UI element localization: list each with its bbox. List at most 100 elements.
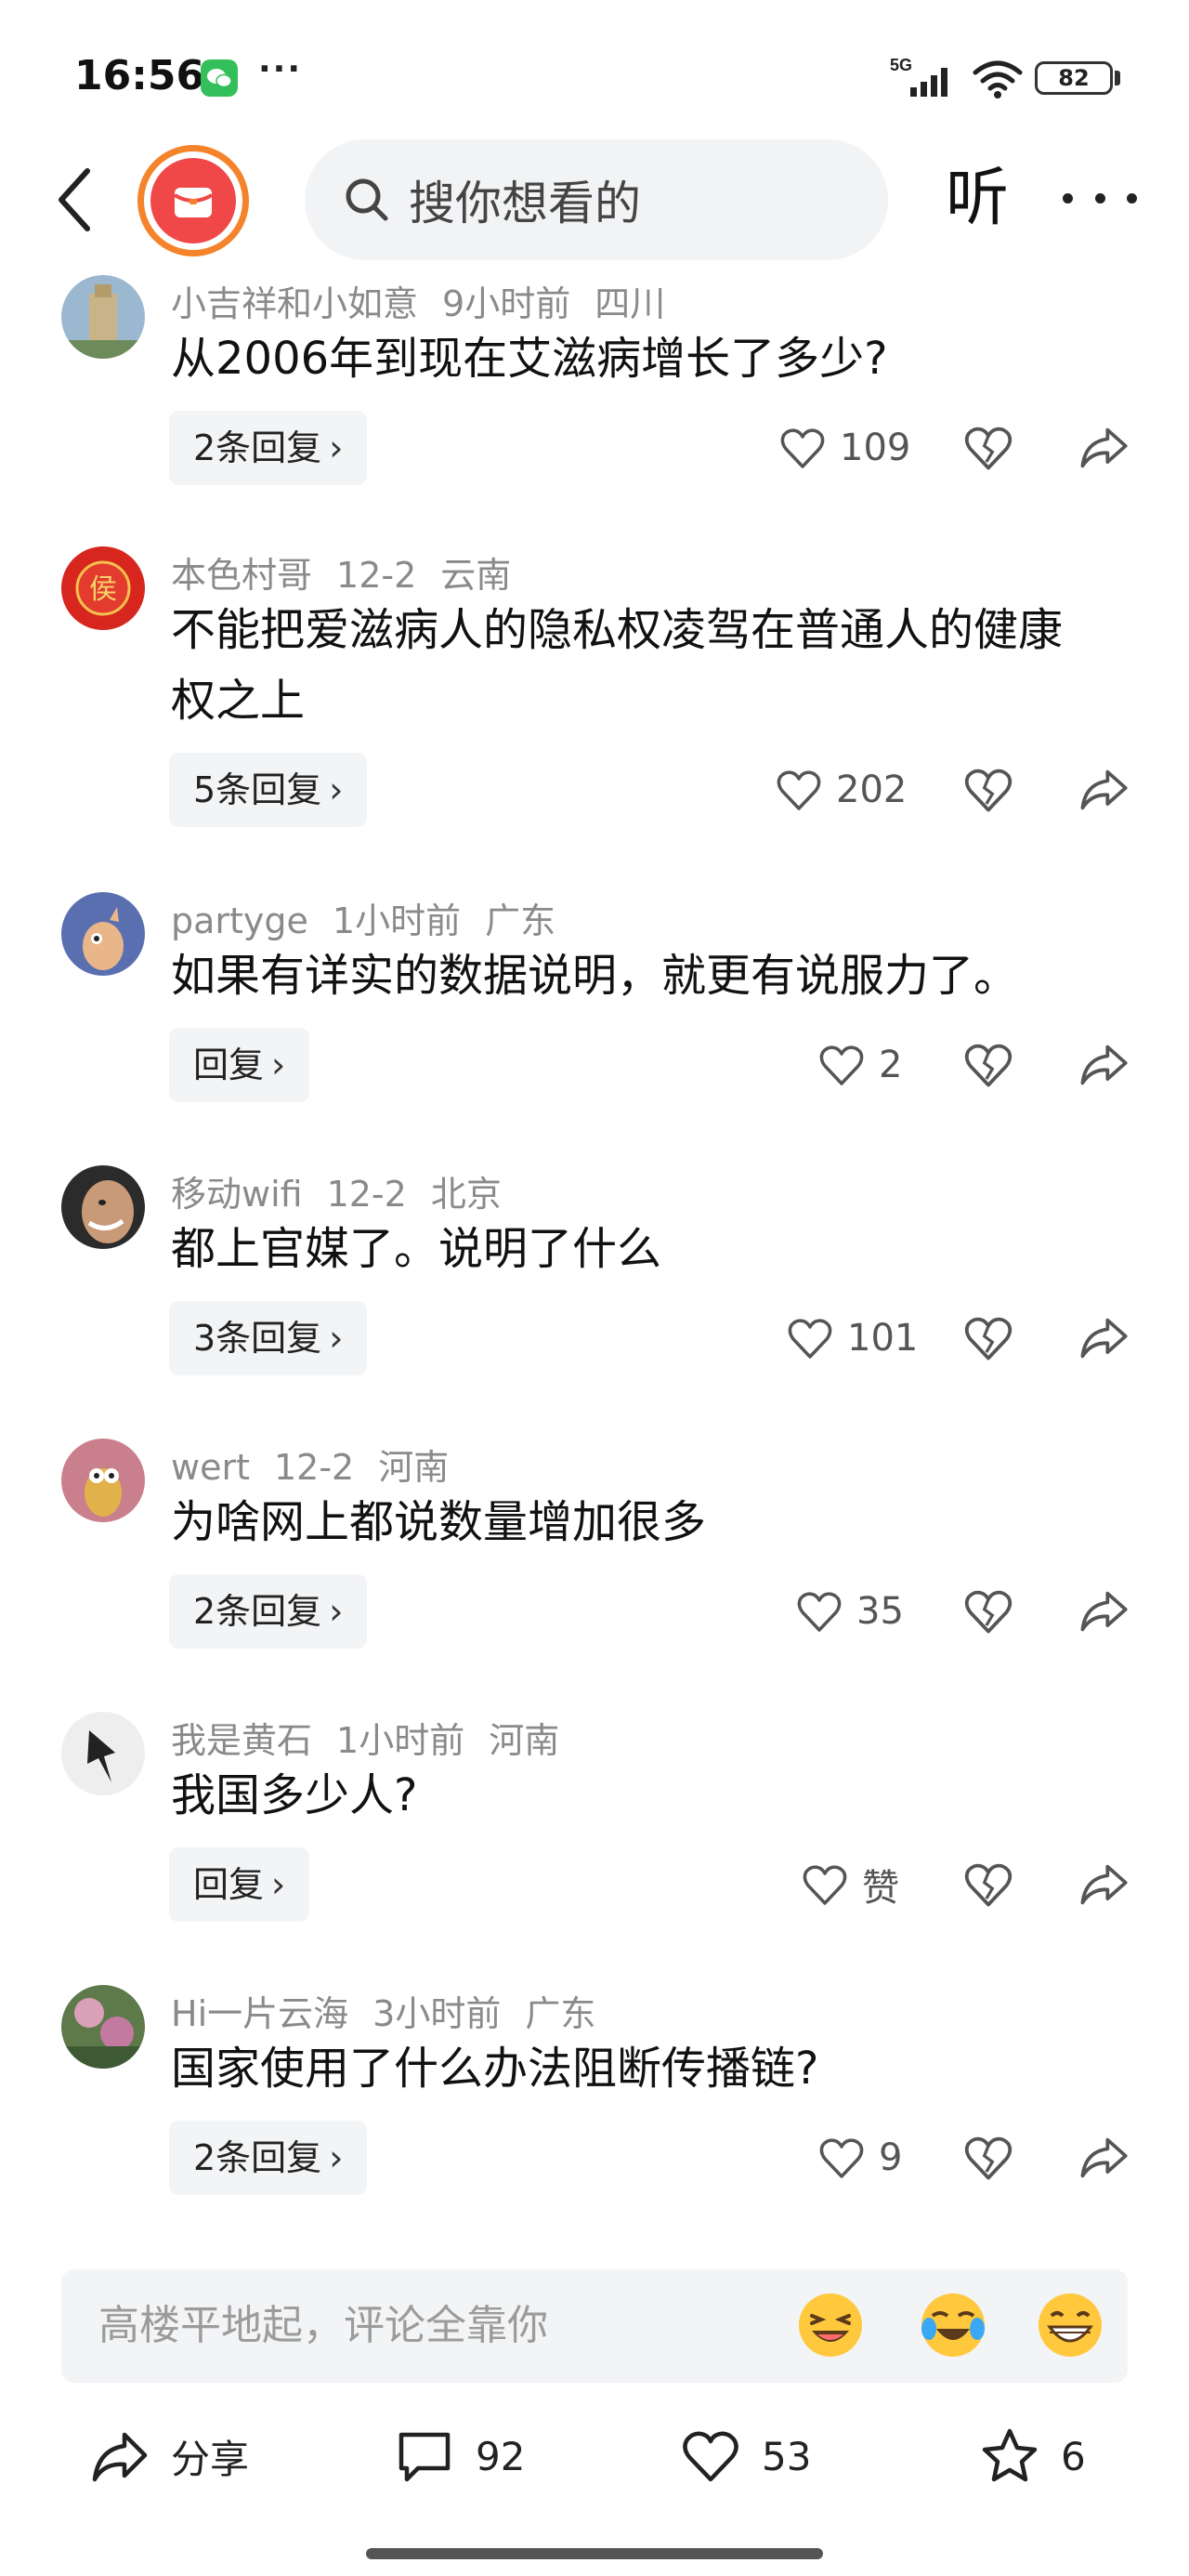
comment-username[interactable]: wert xyxy=(171,1447,250,1488)
avatar[interactable] xyxy=(61,275,145,359)
back-button[interactable] xyxy=(37,158,111,242)
avatar[interactable] xyxy=(61,892,145,976)
share-icon[interactable] xyxy=(1078,1585,1130,1637)
avatar[interactable]: 侯 xyxy=(61,546,145,630)
likes-count: 53 xyxy=(762,2433,812,2479)
comment-text: 国家使用了什么办法阻断传播链? xyxy=(171,2043,819,2095)
signal-icon: 5G xyxy=(890,56,955,99)
share-icon[interactable] xyxy=(1078,2132,1130,2184)
chevron-right-icon: › xyxy=(271,1045,286,1085)
svg-text:侯: 侯 xyxy=(89,573,117,606)
comment-location: 河南 xyxy=(378,1447,450,1488)
heart-icon xyxy=(803,1865,847,1905)
broken-heart-icon[interactable] xyxy=(962,1312,1014,1364)
grinning-emoji-icon[interactable] xyxy=(1035,2290,1105,2360)
share-icon[interactable] xyxy=(1078,1039,1130,1091)
back-icon xyxy=(59,168,90,231)
reply-button[interactable]: 2条回复 › xyxy=(169,1574,368,1649)
broken-heart-icon[interactable] xyxy=(962,422,1014,474)
share-icon[interactable] xyxy=(1078,1859,1130,1911)
avatar[interactable] xyxy=(61,1985,145,2069)
comment-location: 广东 xyxy=(525,1993,596,2034)
network-label: 5G xyxy=(890,56,912,74)
comment-username[interactable]: 本色村哥 xyxy=(171,555,312,596)
battery-tip xyxy=(1115,71,1120,85)
comment-like-count: 101 xyxy=(847,1317,919,1360)
laughing-emoji-icon[interactable] xyxy=(795,2290,866,2360)
reply-button[interactable]: 回复 › xyxy=(169,1847,310,1922)
crying-laughing-emoji-icon[interactable] xyxy=(918,2290,988,2360)
favorite-button[interactable]: 6 xyxy=(979,2424,1086,2489)
comment-time: 12-2 xyxy=(336,555,417,596)
comment-like-count: 35 xyxy=(856,1590,904,1633)
like-button[interactable]: 53 xyxy=(680,2424,811,2489)
comment-like-count: 109 xyxy=(840,427,911,469)
reply-label: 2条回复 xyxy=(193,2137,322,2178)
comment-meta: 移动wifi 12-2 北京 xyxy=(171,1165,526,1216)
comment-meta: wert 12-2 河南 xyxy=(171,1439,473,1490)
heart-icon xyxy=(777,770,821,810)
reply-button[interactable]: 3条回复 › xyxy=(169,1301,368,1375)
comment-meta: Hi一片云海 3小时前 广东 xyxy=(171,1985,620,2036)
reply-label: 回复 xyxy=(193,1045,265,1085)
more-icon[interactable] xyxy=(1063,175,1137,221)
comment-actions: 2条回复 › 109 xyxy=(0,411,1189,485)
reply-button[interactable]: 5条回复 › xyxy=(169,753,368,827)
share-icon[interactable] xyxy=(1078,764,1130,816)
avatar[interactable] xyxy=(61,1439,145,1522)
share-icon xyxy=(92,2432,148,2482)
comment-like-button[interactable]: 101 xyxy=(786,1312,918,1364)
comment-time: 1小时前 xyxy=(336,1720,465,1761)
search-placeholder: 搜你想看的 xyxy=(409,177,641,230)
comment-like-button[interactable]: 35 xyxy=(795,1585,904,1637)
reply-label: 3条回复 xyxy=(193,1318,322,1359)
comment-input-placeholder: 高楼平地起，评论全靠你 xyxy=(98,2302,548,2349)
search-input[interactable]: 搜你想看的 xyxy=(305,139,888,260)
comment-time: 1小时前 xyxy=(332,900,462,941)
comment-like-button[interactable]: 9 xyxy=(817,2132,902,2184)
comment-username[interactable]: partyge xyxy=(171,900,308,941)
comment-like-button[interactable]: 2 xyxy=(817,1039,902,1091)
comment-time: 9小时前 xyxy=(442,283,571,324)
comment-time: 12-2 xyxy=(273,1447,355,1488)
comment-actions: 2条回复 › 9 xyxy=(0,2121,1189,2195)
top-nav: 搜你想看的 听 xyxy=(0,139,1189,269)
comment-text: 都上官媒了。说明了什么 xyxy=(171,1223,662,1275)
comment-meta: partyge 1小时前 广东 xyxy=(171,892,580,943)
comment-username[interactable]: 移动wifi xyxy=(171,1174,303,1215)
reply-button[interactable]: 回复 › xyxy=(169,1028,310,1102)
chevron-right-icon: › xyxy=(329,427,344,468)
comment-username[interactable]: Hi一片云海 xyxy=(171,1993,348,2034)
share-icon[interactable] xyxy=(1078,1312,1130,1364)
comment-like-count: 2 xyxy=(879,1044,903,1086)
status-bar: 16:56 ··· 5G 82 xyxy=(0,0,1189,139)
home-indicator[interactable] xyxy=(366,2548,823,2559)
chevron-right-icon: › xyxy=(329,1318,344,1359)
comment-time: 3小时前 xyxy=(372,1993,502,2034)
avatar[interactable] xyxy=(61,1165,145,1249)
comment-input[interactable]: 高楼平地起，评论全靠你 xyxy=(61,2269,1128,2383)
reply-button[interactable]: 2条回复 › xyxy=(169,411,368,485)
broken-heart-icon[interactable] xyxy=(962,2132,1014,2184)
comment-like-button[interactable]: 109 xyxy=(778,422,910,474)
share-button[interactable]: 分享 xyxy=(89,2424,249,2489)
comment-text: 我国多少人? xyxy=(171,1769,418,1821)
comment-username[interactable]: 小吉祥和小如意 xyxy=(171,283,418,324)
comment-actions: 3条回复 › 101 xyxy=(0,1301,1189,1375)
comment-meta: 本色村哥 12-2 云南 xyxy=(171,546,535,598)
broken-heart-icon[interactable] xyxy=(962,764,1014,816)
broken-heart-icon[interactable] xyxy=(962,1859,1014,1911)
comment-username[interactable]: 我是黄石 xyxy=(171,1720,312,1761)
reply-button[interactable]: 2条回复 › xyxy=(169,2121,368,2195)
avatar[interactable] xyxy=(61,1712,145,1795)
status-more-dots: ··· xyxy=(258,50,303,88)
comment-like-button[interactable]: 赞 xyxy=(801,1859,899,1911)
share-icon[interactable] xyxy=(1078,422,1130,474)
broken-heart-icon[interactable] xyxy=(962,1039,1014,1091)
comment-like-button[interactable]: 202 xyxy=(775,764,907,816)
listen-button[interactable]: 听 xyxy=(938,160,1016,238)
app-logo[interactable] xyxy=(137,145,249,256)
comments-button[interactable]: 92 xyxy=(394,2424,525,2489)
broken-heart-icon[interactable] xyxy=(962,1585,1014,1637)
comment-like-count: 202 xyxy=(836,769,908,811)
